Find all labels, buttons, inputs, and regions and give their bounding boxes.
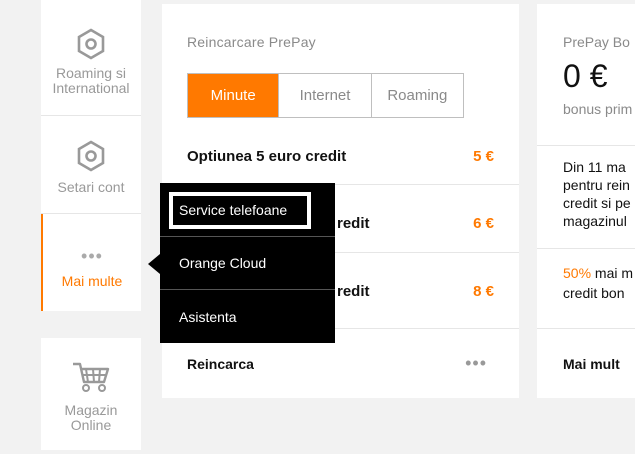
sidebar-menu: Roaming si International Setari cont •••… xyxy=(41,0,141,311)
divider xyxy=(537,145,635,146)
more-link[interactable]: Mai mult xyxy=(563,356,620,372)
bonus-percent: 50% xyxy=(563,265,592,281)
option-price: 8 € xyxy=(473,283,494,300)
sidebar-item-label: Roaming si xyxy=(55,65,127,81)
divider xyxy=(537,248,635,249)
sidebar-item-label: Online xyxy=(70,417,112,433)
sidebar-item-label: Magazin xyxy=(64,402,118,418)
sidebar-item-setari-cont[interactable]: Setari cont xyxy=(41,140,141,200)
bonus-text-line: credit si pe xyxy=(563,195,631,211)
sidebar-item-magazin-online[interactable]: Magazin Online xyxy=(41,338,141,450)
prepay-bonus-card: PrePay Bo 0 € bonus prim Din 11 ma pentr… xyxy=(537,4,635,398)
sidebar-item-label: Setari cont xyxy=(57,179,125,195)
sidebar-item-label: Mai multe xyxy=(61,273,123,289)
sidebar-item-mai-multe[interactable]: ••• Mai multe xyxy=(41,214,141,311)
card-title: PrePay Bo xyxy=(563,34,630,50)
sidebar-item-label: International xyxy=(52,80,130,96)
option-price: 5 € xyxy=(473,148,494,165)
more-dropdown-menu: Service telefoane Orange Cloud Asistenta xyxy=(160,183,335,343)
bonus-amount: 0 € xyxy=(563,58,608,94)
menu-item-label: Orange Cloud xyxy=(179,255,267,271)
sidebar-item-roaming[interactable]: Roaming si International xyxy=(41,28,141,108)
recharge-link[interactable]: Reincarca xyxy=(187,356,254,372)
sidebar-item-magazin[interactable]: Magazin Online xyxy=(41,360,141,440)
bonus-subtitle: bonus prim xyxy=(563,101,633,117)
cart-icon xyxy=(73,362,110,392)
option-name: redit xyxy=(337,283,370,300)
card-title: Reincarcare PrePay xyxy=(187,34,316,50)
bonus-percent-text: mai m xyxy=(591,265,634,281)
menu-item-label: Service telefoane xyxy=(179,202,288,218)
menu-item-orange-cloud[interactable]: Orange Cloud xyxy=(160,237,335,290)
menu-item-asistenta[interactable]: Asistenta xyxy=(160,290,335,343)
menu-item-label: Asistenta xyxy=(179,309,237,325)
hexagon-icon xyxy=(77,140,105,172)
option-name: Optiunea 5 euro credit xyxy=(187,148,347,165)
more-dots-icon[interactable]: ••• xyxy=(465,354,487,372)
menu-pointer xyxy=(148,254,160,274)
more-dots-icon: ••• xyxy=(81,246,103,266)
divider xyxy=(537,328,635,329)
bonus-percent-line: 50% mai m xyxy=(563,264,633,282)
bonus-text-line: credit bon xyxy=(563,285,625,301)
hexagon-icon xyxy=(77,28,105,60)
tab-roaming[interactable]: Roaming xyxy=(372,74,463,117)
option-name: redit xyxy=(337,215,370,232)
tab-minute[interactable]: Minute xyxy=(188,74,280,117)
menu-item-service-telefoane[interactable]: Service telefoane xyxy=(160,183,335,236)
tab-internet[interactable]: Internet xyxy=(279,74,372,117)
option-price: 6 € xyxy=(473,215,494,232)
bonus-text-line: magazinul xyxy=(563,213,627,229)
divider xyxy=(41,115,141,116)
bonus-text-line: Din 11 ma xyxy=(563,159,626,175)
recharge-tabs: Minute Internet Roaming xyxy=(187,73,464,118)
bonus-text-line: pentru rein xyxy=(563,177,630,193)
